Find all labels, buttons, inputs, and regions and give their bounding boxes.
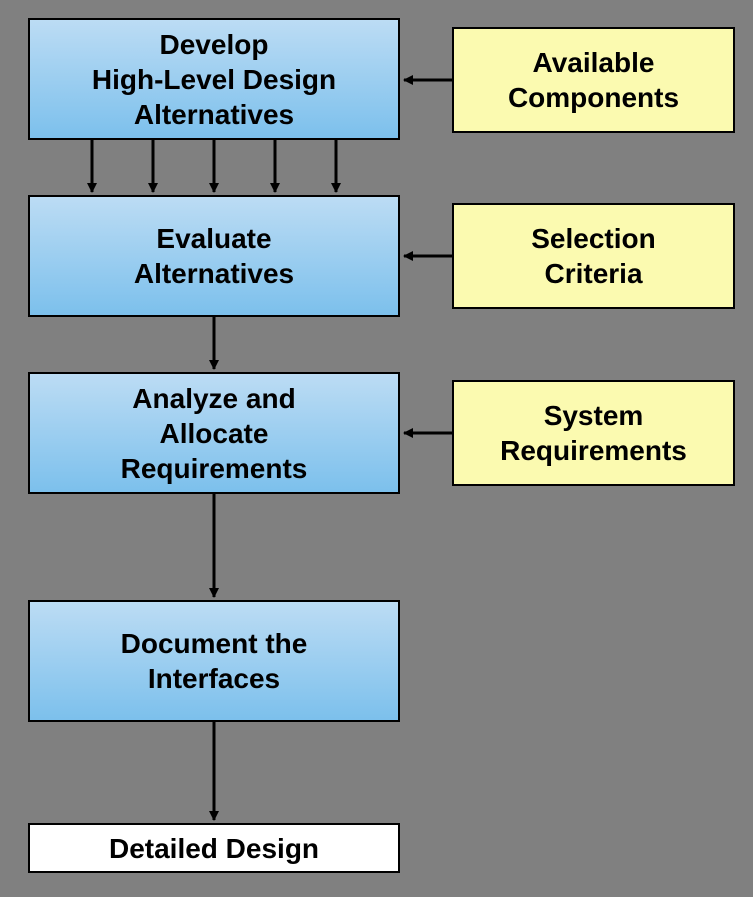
process-evaluate-label: EvaluateAlternatives (134, 221, 294, 291)
process-document: Document theInterfaces (28, 600, 400, 722)
output-detailed: Detailed Design (28, 823, 400, 873)
process-analyze-label: Analyze andAllocateRequirements (121, 381, 308, 486)
input-available-label: AvailableComponents (508, 45, 679, 115)
input-system: SystemRequirements (452, 380, 735, 486)
process-develop-label: DevelopHigh-Level DesignAlternatives (92, 27, 336, 132)
input-system-label: SystemRequirements (500, 398, 687, 468)
input-available: AvailableComponents (452, 27, 735, 133)
process-document-label: Document theInterfaces (121, 626, 308, 696)
input-selection: SelectionCriteria (452, 203, 735, 309)
input-selection-label: SelectionCriteria (531, 221, 655, 291)
process-develop: DevelopHigh-Level DesignAlternatives (28, 18, 400, 140)
output-detailed-label: Detailed Design (109, 831, 319, 866)
process-evaluate: EvaluateAlternatives (28, 195, 400, 317)
process-analyze: Analyze andAllocateRequirements (28, 372, 400, 494)
